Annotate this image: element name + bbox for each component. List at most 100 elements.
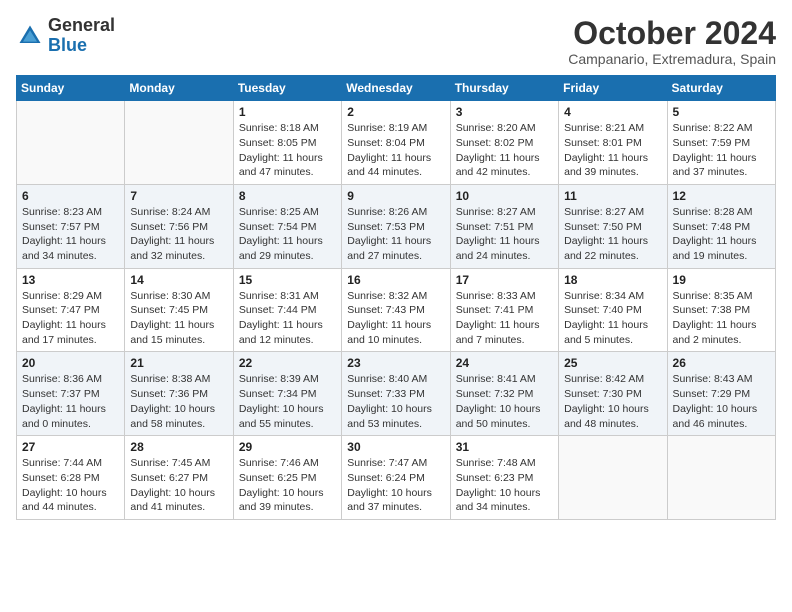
calendar-cell: 29Sunrise: 7:46 AM Sunset: 6:25 PM Dayli… <box>233 436 341 520</box>
calendar-cell: 28 Sunrise: 7:45 AM Sunset: 6:27 PM Dayli… <box>125 436 233 520</box>
day-info: Sunrise: 8:27 AM Sunset: 7:51 PM Dayligh… <box>456 205 553 264</box>
calendar-cell: 24 Sunrise: 8:41 AM Sunset: 7:32 PM Dayli… <box>450 352 558 436</box>
calendar-cell: 2 Sunrise: 8:19 AM Sunset: 8:04 PM Daylig… <box>342 101 450 185</box>
day-number: 22 <box>239 356 336 370</box>
calendar-cell <box>125 101 233 185</box>
day-number: 8 <box>239 189 336 203</box>
calendar-cell: 8Sunrise: 8:25 AM Sunset: 7:54 PM Daylig… <box>233 184 341 268</box>
calendar-cell: 15 Sunrise: 8:31 AM Sunset: 7:44 PM Dayli… <box>233 268 341 352</box>
calendar-cell: 5 Sunrise: 8:22 AM Sunset: 7:59 PM Daylig… <box>667 101 775 185</box>
calendar-cell <box>17 101 125 185</box>
day-number: 26 <box>673 356 770 370</box>
logo: General Blue <box>16 16 115 56</box>
day-number: 12 <box>673 189 770 203</box>
calendar-week-row: 27 Sunrise: 7:44 AM Sunset: 6:28 PM Dayli… <box>17 436 776 520</box>
day-number: 9 <box>347 189 444 203</box>
day-number: 1 <box>239 105 336 119</box>
day-number: 20 <box>22 356 119 370</box>
day-info: Sunrise: 8:21 AM Sunset: 8:01 PM Dayligh… <box>564 121 661 180</box>
day-info: Sunrise: 8:40 AM Sunset: 7:33 PM Dayligh… <box>347 372 444 431</box>
day-info: Sunrise: 8:43 AM Sunset: 7:29 PM Dayligh… <box>673 372 770 431</box>
day-info: Sunrise: 7:45 AM Sunset: 6:27 PM Dayligh… <box>130 456 227 515</box>
calendar-cell: 30 Sunrise: 7:47 AM Sunset: 6:24 PM Dayli… <box>342 436 450 520</box>
day-number: 16 <box>347 273 444 287</box>
calendar-cell: 13Sunrise: 8:29 AM Sunset: 7:47 PM Dayli… <box>17 268 125 352</box>
calendar-week-row: 1 Sunrise: 8:18 AM Sunset: 8:05 PM Daylig… <box>17 101 776 185</box>
day-number: 2 <box>347 105 444 119</box>
calendar-cell: 9Sunrise: 8:26 AM Sunset: 7:53 PM Daylig… <box>342 184 450 268</box>
day-info: Sunrise: 8:22 AM Sunset: 7:59 PM Dayligh… <box>673 121 770 180</box>
calendar-cell <box>667 436 775 520</box>
calendar-cell: 18 Sunrise: 8:34 AM Sunset: 7:40 PM Dayli… <box>559 268 667 352</box>
calendar-cell: 23 Sunrise: 8:40 AM Sunset: 7:33 PM Dayli… <box>342 352 450 436</box>
day-info: Sunrise: 8:19 AM Sunset: 8:04 PM Dayligh… <box>347 121 444 180</box>
calendar-cell: 7 Sunrise: 8:24 AM Sunset: 7:56 PM Daylig… <box>125 184 233 268</box>
day-info: Sunrise: 8:29 AM Sunset: 7:47 PM Dayligh… <box>22 289 119 348</box>
calendar-week-row: 6Sunrise: 8:23 AM Sunset: 7:57 PM Daylig… <box>17 184 776 268</box>
day-number: 23 <box>347 356 444 370</box>
day-info: Sunrise: 8:33 AM Sunset: 7:41 PM Dayligh… <box>456 289 553 348</box>
calendar-cell: 19 Sunrise: 8:35 AM Sunset: 7:38 PM Dayli… <box>667 268 775 352</box>
day-info: Sunrise: 8:28 AM Sunset: 7:48 PM Dayligh… <box>673 205 770 264</box>
calendar-title: October 2024 <box>568 16 776 51</box>
day-info: Sunrise: 8:20 AM Sunset: 8:02 PM Dayligh… <box>456 121 553 180</box>
calendar-cell: 25 Sunrise: 8:42 AM Sunset: 7:30 PM Dayli… <box>559 352 667 436</box>
day-number: 29 <box>239 440 336 454</box>
day-info: Sunrise: 7:48 AM Sunset: 6:23 PM Dayligh… <box>456 456 553 515</box>
day-number: 21 <box>130 356 227 370</box>
weekday-header: Saturday <box>667 76 775 101</box>
day-number: 7 <box>130 189 227 203</box>
calendar-cell: 4Sunrise: 8:21 AM Sunset: 8:01 PM Daylig… <box>559 101 667 185</box>
calendar-cell: 1 Sunrise: 8:18 AM Sunset: 8:05 PM Daylig… <box>233 101 341 185</box>
calendar-cell: 11 Sunrise: 8:27 AM Sunset: 7:50 PM Dayli… <box>559 184 667 268</box>
day-number: 19 <box>673 273 770 287</box>
weekday-header: Friday <box>559 76 667 101</box>
day-number: 5 <box>673 105 770 119</box>
day-info: Sunrise: 8:23 AM Sunset: 7:57 PM Dayligh… <box>22 205 119 264</box>
day-number: 25 <box>564 356 661 370</box>
weekday-header: Thursday <box>450 76 558 101</box>
day-number: 18 <box>564 273 661 287</box>
day-number: 27 <box>22 440 119 454</box>
day-number: 15 <box>239 273 336 287</box>
day-info: Sunrise: 7:47 AM Sunset: 6:24 PM Dayligh… <box>347 456 444 515</box>
page-header: General Blue October 2024 Campanario, Ex… <box>16 16 776 67</box>
weekday-header: Wednesday <box>342 76 450 101</box>
calendar-subtitle: Campanario, Extremadura, Spain <box>568 51 776 67</box>
calendar-cell <box>559 436 667 520</box>
calendar-cell: 14Sunrise: 8:30 AM Sunset: 7:45 PM Dayli… <box>125 268 233 352</box>
day-info: Sunrise: 8:41 AM Sunset: 7:32 PM Dayligh… <box>456 372 553 431</box>
calendar-cell: 26 Sunrise: 8:43 AM Sunset: 7:29 PM Dayli… <box>667 352 775 436</box>
day-number: 3 <box>456 105 553 119</box>
calendar-cell: 3 Sunrise: 8:20 AM Sunset: 8:02 PM Daylig… <box>450 101 558 185</box>
day-info: Sunrise: 8:27 AM Sunset: 7:50 PM Dayligh… <box>564 205 661 264</box>
calendar-cell: 21Sunrise: 8:38 AM Sunset: 7:36 PM Dayli… <box>125 352 233 436</box>
calendar-cell: 16 Sunrise: 8:32 AM Sunset: 7:43 PM Dayli… <box>342 268 450 352</box>
day-number: 17 <box>456 273 553 287</box>
day-info: Sunrise: 7:44 AM Sunset: 6:28 PM Dayligh… <box>22 456 119 515</box>
day-info: Sunrise: 8:18 AM Sunset: 8:05 PM Dayligh… <box>239 121 336 180</box>
day-info: Sunrise: 8:32 AM Sunset: 7:43 PM Dayligh… <box>347 289 444 348</box>
title-block: October 2024 Campanario, Extremadura, Sp… <box>568 16 776 67</box>
day-info: Sunrise: 8:34 AM Sunset: 7:40 PM Dayligh… <box>564 289 661 348</box>
weekday-header: Sunday <box>17 76 125 101</box>
day-info: Sunrise: 8:24 AM Sunset: 7:56 PM Dayligh… <box>130 205 227 264</box>
day-info: Sunrise: 8:35 AM Sunset: 7:38 PM Dayligh… <box>673 289 770 348</box>
calendar-cell: 22 Sunrise: 8:39 AM Sunset: 7:34 PM Dayli… <box>233 352 341 436</box>
calendar-week-row: 20 Sunrise: 8:36 AM Sunset: 7:37 PM Dayli… <box>17 352 776 436</box>
calendar-cell: 12 Sunrise: 8:28 AM Sunset: 7:48 PM Dayli… <box>667 184 775 268</box>
day-number: 30 <box>347 440 444 454</box>
weekday-header: Monday <box>125 76 233 101</box>
day-info: Sunrise: 8:42 AM Sunset: 7:30 PM Dayligh… <box>564 372 661 431</box>
weekday-header-row: SundayMondayTuesdayWednesdayThursdayFrid… <box>17 76 776 101</box>
logo-icon <box>16 22 44 50</box>
day-number: 28 <box>130 440 227 454</box>
day-info: Sunrise: 8:39 AM Sunset: 7:34 PM Dayligh… <box>239 372 336 431</box>
day-number: 10 <box>456 189 553 203</box>
day-number: 11 <box>564 189 661 203</box>
day-number: 31 <box>456 440 553 454</box>
day-info: Sunrise: 8:36 AM Sunset: 7:37 PM Dayligh… <box>22 372 119 431</box>
calendar-cell: 27 Sunrise: 7:44 AM Sunset: 6:28 PM Dayli… <box>17 436 125 520</box>
day-number: 24 <box>456 356 553 370</box>
day-info: Sunrise: 8:31 AM Sunset: 7:44 PM Dayligh… <box>239 289 336 348</box>
